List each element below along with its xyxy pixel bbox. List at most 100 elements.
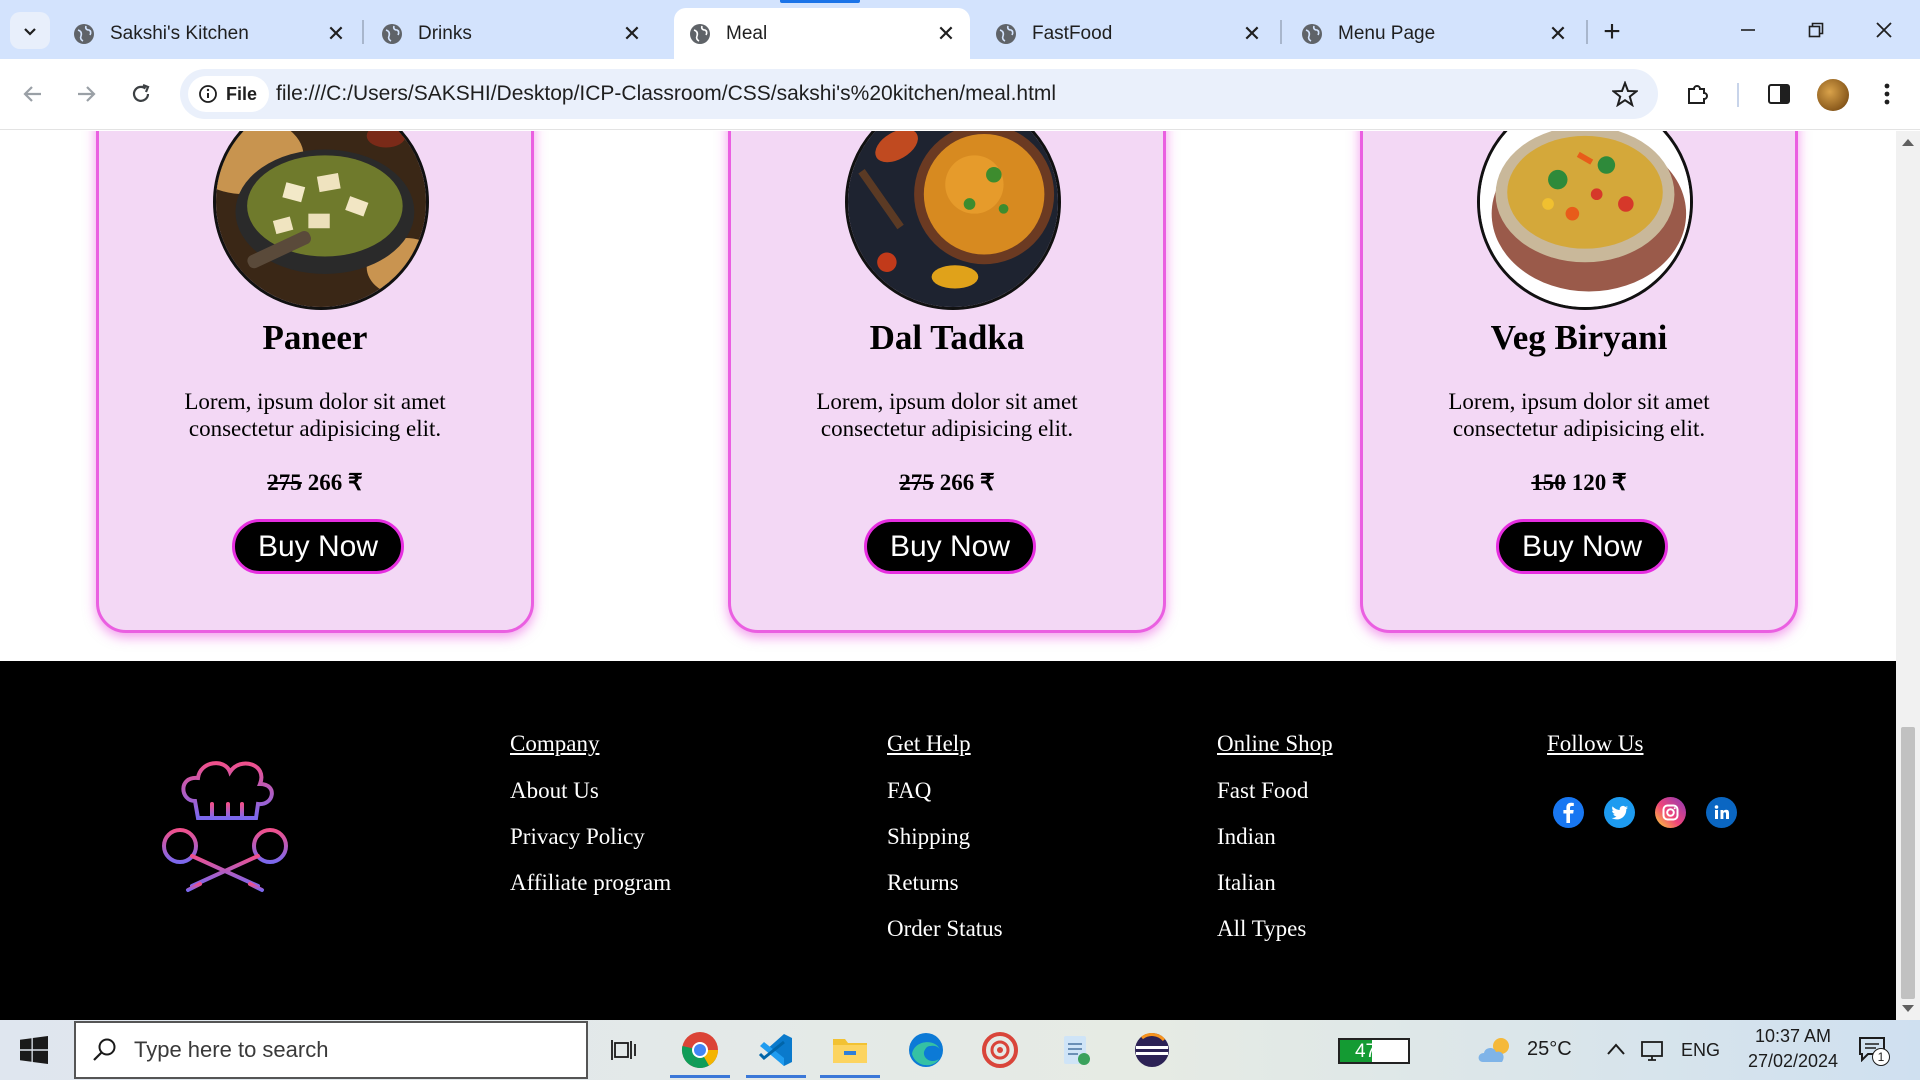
arrow-right-icon bbox=[78, 86, 96, 102]
tab-fastfood[interactable]: FastFood ✕ bbox=[980, 8, 1276, 59]
card-title: Paneer bbox=[262, 318, 368, 357]
facebook-icon[interactable] bbox=[1553, 797, 1584, 828]
file-explorer-app[interactable] bbox=[814, 1020, 886, 1080]
recorder-app[interactable] bbox=[964, 1020, 1036, 1080]
new-tab-button[interactable]: + bbox=[1594, 14, 1630, 50]
weather-temp[interactable]: 25°C bbox=[1527, 1038, 1572, 1061]
buy-now-button[interactable]: Buy Now bbox=[864, 519, 1036, 574]
chevron-up-icon[interactable] bbox=[1606, 1042, 1626, 1056]
card-description: Lorem, ipsum dolor sit amet consectetur … bbox=[184, 389, 446, 441]
card-price: 150 120 ₹ bbox=[1363, 470, 1795, 496]
footer-heading[interactable]: Get Help bbox=[887, 731, 1003, 757]
address-bar[interactable]: File file:///C:/Users/SAKSHI/Desktop/ICP… bbox=[180, 69, 1658, 119]
weather-cloud-icon[interactable] bbox=[1475, 1034, 1515, 1066]
network-icon[interactable] bbox=[1640, 1038, 1666, 1062]
paneer-image bbox=[213, 131, 429, 310]
more-vertical-icon bbox=[1884, 83, 1890, 105]
footer-heading[interactable]: Follow Us bbox=[1547, 731, 1644, 757]
clock-date: 27/02/2024 bbox=[1747, 1051, 1839, 1071]
active-tab-indicator bbox=[780, 0, 860, 3]
reload-icon bbox=[132, 83, 150, 102]
battery-indicator[interactable]: 47% bbox=[1338, 1038, 1410, 1064]
minimize-icon bbox=[1741, 29, 1755, 31]
vscode-app[interactable] bbox=[740, 1020, 812, 1080]
back-button[interactable] bbox=[15, 76, 51, 112]
footer-link[interactable]: Shipping bbox=[887, 824, 1003, 850]
footer-link[interactable]: FAQ bbox=[887, 778, 1003, 804]
clock-time: 10:37 AM bbox=[1754, 1026, 1832, 1046]
close-window-button[interactable] bbox=[1864, 10, 1904, 50]
notification-center-button[interactable]: 1 bbox=[1858, 1036, 1892, 1066]
footer-link[interactable]: Indian bbox=[1217, 824, 1333, 850]
buy-now-button[interactable]: Buy Now bbox=[232, 519, 404, 574]
edge-app[interactable] bbox=[890, 1020, 962, 1080]
site-footer: Company About Us Privacy Policy Affiliat… bbox=[0, 661, 1896, 1020]
footer-link[interactable]: Affiliate program bbox=[510, 870, 671, 896]
tab-drinks[interactable]: Drinks ✕ bbox=[366, 8, 656, 59]
close-tab-icon[interactable]: ✕ bbox=[622, 21, 642, 46]
profile-avatar[interactable] bbox=[1817, 79, 1849, 111]
footer-link[interactable]: Fast Food bbox=[1217, 778, 1333, 804]
restore-button[interactable] bbox=[1796, 10, 1836, 50]
tab-search-button[interactable] bbox=[10, 12, 50, 49]
tab-meal[interactable]: Meal ✕ bbox=[674, 8, 970, 59]
footer-link[interactable]: Privacy Policy bbox=[510, 824, 671, 850]
card-price: 275 266 ₹ bbox=[99, 470, 531, 496]
close-tab-icon[interactable]: ✕ bbox=[326, 21, 346, 46]
tab-sakshis-kitchen[interactable]: Sakshi's Kitchen ✕ bbox=[58, 8, 360, 59]
language-indicator[interactable]: ENG bbox=[1681, 1040, 1720, 1061]
side-panel-icon bbox=[1768, 84, 1790, 104]
footer-heading[interactable]: Company bbox=[510, 731, 671, 757]
tab-title: FastFood bbox=[1032, 22, 1113, 44]
scroll-up-arrow-icon[interactable] bbox=[1902, 139, 1914, 146]
footer-link[interactable]: About Us bbox=[510, 778, 671, 804]
footer-column-online-shop: Online Shop Fast Food Indian Italian All… bbox=[1217, 731, 1333, 962]
close-tab-icon[interactable]: ✕ bbox=[936, 21, 956, 46]
globe-icon bbox=[690, 23, 710, 44]
notepad-app[interactable] bbox=[1040, 1020, 1112, 1080]
battery-percent: 47% bbox=[1354, 1041, 1394, 1062]
chrome-app[interactable] bbox=[664, 1020, 736, 1080]
page-scrollbar[interactable] bbox=[1896, 131, 1920, 1020]
close-tab-icon[interactable]: ✕ bbox=[1242, 21, 1262, 46]
chef-hat-spoons-icon[interactable] bbox=[150, 746, 300, 896]
scrollbar-thumb[interactable] bbox=[1901, 727, 1915, 999]
minimize-button[interactable] bbox=[1728, 10, 1768, 50]
eclipse-icon bbox=[1135, 1033, 1169, 1067]
linkedin-icon[interactable] bbox=[1706, 797, 1737, 828]
url-text[interactable]: file:///C:/Users/SAKSHI/Desktop/ICP-Clas… bbox=[276, 82, 1056, 106]
system-clock[interactable]: 10:37 AM 27/02/2024 bbox=[1743, 1024, 1843, 1074]
browser-menu-button[interactable] bbox=[1870, 77, 1904, 111]
bookmark-star-icon[interactable] bbox=[1610, 80, 1640, 112]
site-info-chip[interactable]: File bbox=[188, 76, 270, 112]
footer-link[interactable]: Returns bbox=[887, 870, 1003, 896]
scroll-down-arrow-icon[interactable] bbox=[1902, 1005, 1914, 1012]
tab-menu-page[interactable]: Menu Page ✕ bbox=[1286, 8, 1582, 59]
eclipse-app[interactable] bbox=[1116, 1020, 1188, 1080]
tab-separator bbox=[1586, 20, 1588, 44]
social-links bbox=[1553, 797, 1737, 828]
footer-column-follow-us: Follow Us bbox=[1547, 731, 1644, 778]
close-tab-icon[interactable]: ✕ bbox=[1548, 21, 1568, 46]
meal-card-dal-tadka: Dal Tadka Lorem, ipsum dolor sit amet co… bbox=[728, 131, 1166, 633]
globe-icon bbox=[1302, 23, 1322, 44]
instagram-icon[interactable] bbox=[1655, 797, 1686, 828]
start-button[interactable] bbox=[20, 1036, 48, 1069]
card-description: Lorem, ipsum dolor sit amet consectetur … bbox=[1448, 389, 1710, 441]
tab-title: Sakshi's Kitchen bbox=[110, 22, 249, 44]
extensions-button[interactable] bbox=[1681, 77, 1715, 111]
vscode-icon bbox=[758, 1034, 792, 1066]
notification-count: 1 bbox=[1872, 1048, 1890, 1066]
buy-now-button[interactable]: Buy Now bbox=[1496, 519, 1668, 574]
reload-button[interactable] bbox=[123, 76, 159, 112]
footer-link[interactable]: Order Status bbox=[887, 916, 1003, 942]
footer-heading[interactable]: Online Shop bbox=[1217, 731, 1333, 757]
chevron-down-icon bbox=[24, 27, 36, 36]
twitter-icon[interactable] bbox=[1604, 797, 1635, 828]
taskbar-search[interactable]: Type here to search bbox=[74, 1021, 588, 1079]
side-panel-button[interactable] bbox=[1762, 77, 1796, 111]
footer-link[interactable]: Italian bbox=[1217, 870, 1333, 896]
forward-button[interactable] bbox=[68, 76, 104, 112]
task-view-button[interactable] bbox=[588, 1020, 660, 1080]
footer-link[interactable]: All Types bbox=[1217, 916, 1333, 942]
